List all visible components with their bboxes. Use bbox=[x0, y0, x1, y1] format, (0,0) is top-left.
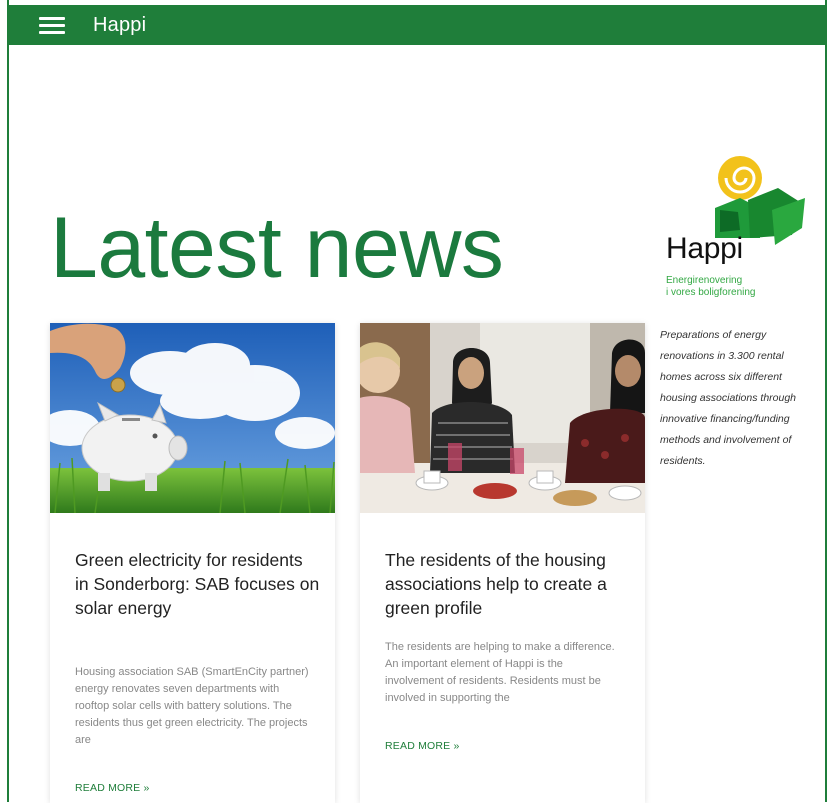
news-card: Green electricity for residents in Sonde… bbox=[50, 323, 335, 803]
article-excerpt: The residents are helping to make a diff… bbox=[385, 641, 615, 704]
logo-subtitle-line-1: Energirenovering bbox=[666, 275, 743, 286]
logo-subtitle-line-2: i vores boligforening bbox=[666, 287, 756, 298]
page-border-right bbox=[825, 0, 827, 802]
page-title: Latest news bbox=[50, 200, 504, 296]
article-title[interactable]: Green electricity for residents in Sonde… bbox=[75, 548, 320, 620]
project-description: Preparations of energy renovations in 3.… bbox=[660, 329, 797, 467]
article-excerpt: Housing association SAB (SmartEnCity par… bbox=[75, 666, 309, 746]
happi-logo[interactable]: Happi Energirenovering i vores boligfore… bbox=[660, 150, 820, 310]
page-border-left bbox=[7, 0, 9, 802]
hamburger-menu-icon[interactable] bbox=[39, 15, 67, 35]
top-navigation-bar: Happi bbox=[7, 5, 827, 45]
news-card: The residents of the housing association… bbox=[360, 323, 645, 803]
site-brand-link[interactable]: Happi bbox=[93, 14, 146, 37]
logo-wordmark: Happi bbox=[666, 232, 743, 265]
read-more-link[interactable]: READ MORE » bbox=[75, 782, 150, 794]
logo-subtitle: Energirenovering i vores boligforening bbox=[666, 275, 816, 299]
article-title[interactable]: The residents of the housing association… bbox=[385, 548, 630, 620]
residents-photo-image[interactable] bbox=[360, 323, 645, 513]
piggy-bank-image[interactable] bbox=[50, 323, 335, 513]
read-more-link[interactable]: READ MORE » bbox=[385, 740, 460, 752]
